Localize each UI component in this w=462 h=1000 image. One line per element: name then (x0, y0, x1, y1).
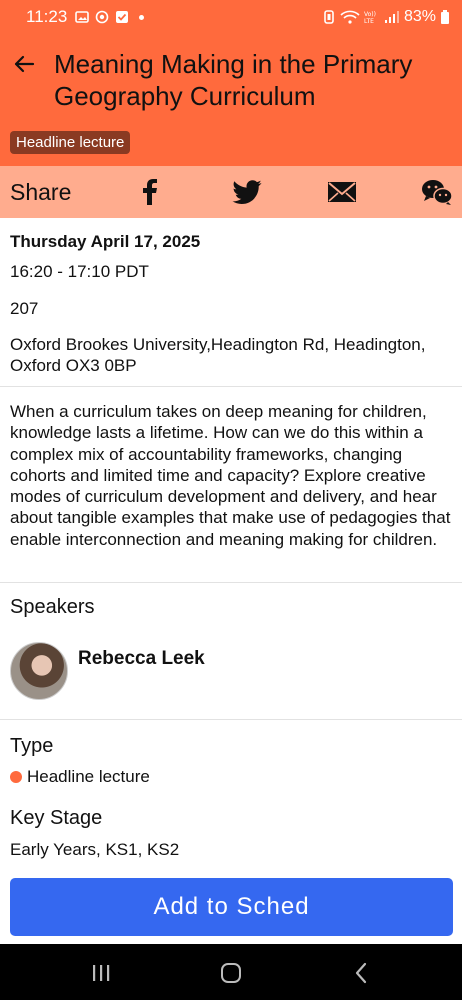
svg-text:Vo)): Vo)) (364, 11, 376, 18)
facebook-share-button[interactable] (133, 177, 165, 207)
session-type-badge: Headline lecture (10, 131, 131, 154)
system-nav-bar (0, 944, 462, 1000)
back-button[interactable] (10, 50, 38, 78)
wifi-icon (340, 10, 360, 24)
divider (0, 582, 462, 583)
home-button[interactable] (216, 958, 246, 988)
home-icon (221, 963, 241, 983)
email-share-button[interactable] (326, 177, 358, 207)
wechat-icon (422, 180, 453, 205)
session-time: 16:20 - 17:10 PDT (10, 262, 149, 281)
divider (0, 719, 462, 720)
recent-apps-icon (93, 965, 110, 981)
speakers-heading: Speakers (10, 596, 95, 618)
session-room: 207 (10, 299, 39, 318)
add-to-sched-button[interactable]: Add to Sched (10, 878, 453, 936)
dot-icon (139, 14, 145, 20)
check-icon (115, 10, 129, 24)
speaker-name: Rebecca Leek (78, 648, 205, 669)
key-stage-heading: Key Stage (10, 807, 103, 829)
type-heading: Type (10, 735, 54, 757)
gallery-icon (75, 10, 90, 24)
type-color-dot (10, 771, 22, 783)
back-icon (355, 962, 367, 984)
email-icon (328, 182, 356, 202)
battery-icon (440, 10, 450, 24)
session-address[interactable]: Oxford Brookes University,Headington Rd,… (10, 334, 455, 376)
share-bar: Share (0, 166, 462, 218)
status-right: Vo)) LTE 83% (322, 8, 450, 26)
wechat-share-button[interactable] (421, 177, 453, 207)
divider (0, 386, 462, 387)
type-value: Headline lecture (27, 767, 150, 786)
twitter-icon (232, 180, 262, 204)
session-header: Meaning Making in the Primary Geography … (0, 34, 462, 166)
speaker-item[interactable]: Rebecca Leek (10, 642, 205, 700)
battery-percent: 83% (403, 8, 436, 25)
share-label: Share (10, 179, 72, 205)
twitter-share-button[interactable] (231, 177, 263, 207)
facebook-icon (143, 179, 157, 205)
speaker-avatar (10, 642, 68, 700)
key-stage-value: Early Years, KS1, KS2 (10, 840, 180, 859)
page-title: Meaning Making in the Primary Geography … (54, 49, 413, 111)
silent-icon (322, 10, 336, 24)
session-description: When a curriculum takes on deep meaning … (10, 402, 451, 549)
system-back-button[interactable] (346, 958, 376, 988)
location-icon (95, 10, 109, 24)
status-bar: 11:23 Vo)) LTE 83% (0, 0, 462, 34)
back-arrow-icon (14, 55, 35, 73)
session-date: Thursday April 17, 2025 (10, 232, 201, 251)
status-left: 11:23 (26, 7, 145, 27)
type-item[interactable]: Headline lecture (10, 767, 150, 787)
status-time: 11:23 (26, 7, 68, 26)
recent-apps-button[interactable] (86, 958, 116, 988)
volte-icon: Vo)) LTE (364, 10, 380, 24)
svg-text:LTE: LTE (364, 18, 374, 24)
signal-icon (384, 10, 400, 24)
